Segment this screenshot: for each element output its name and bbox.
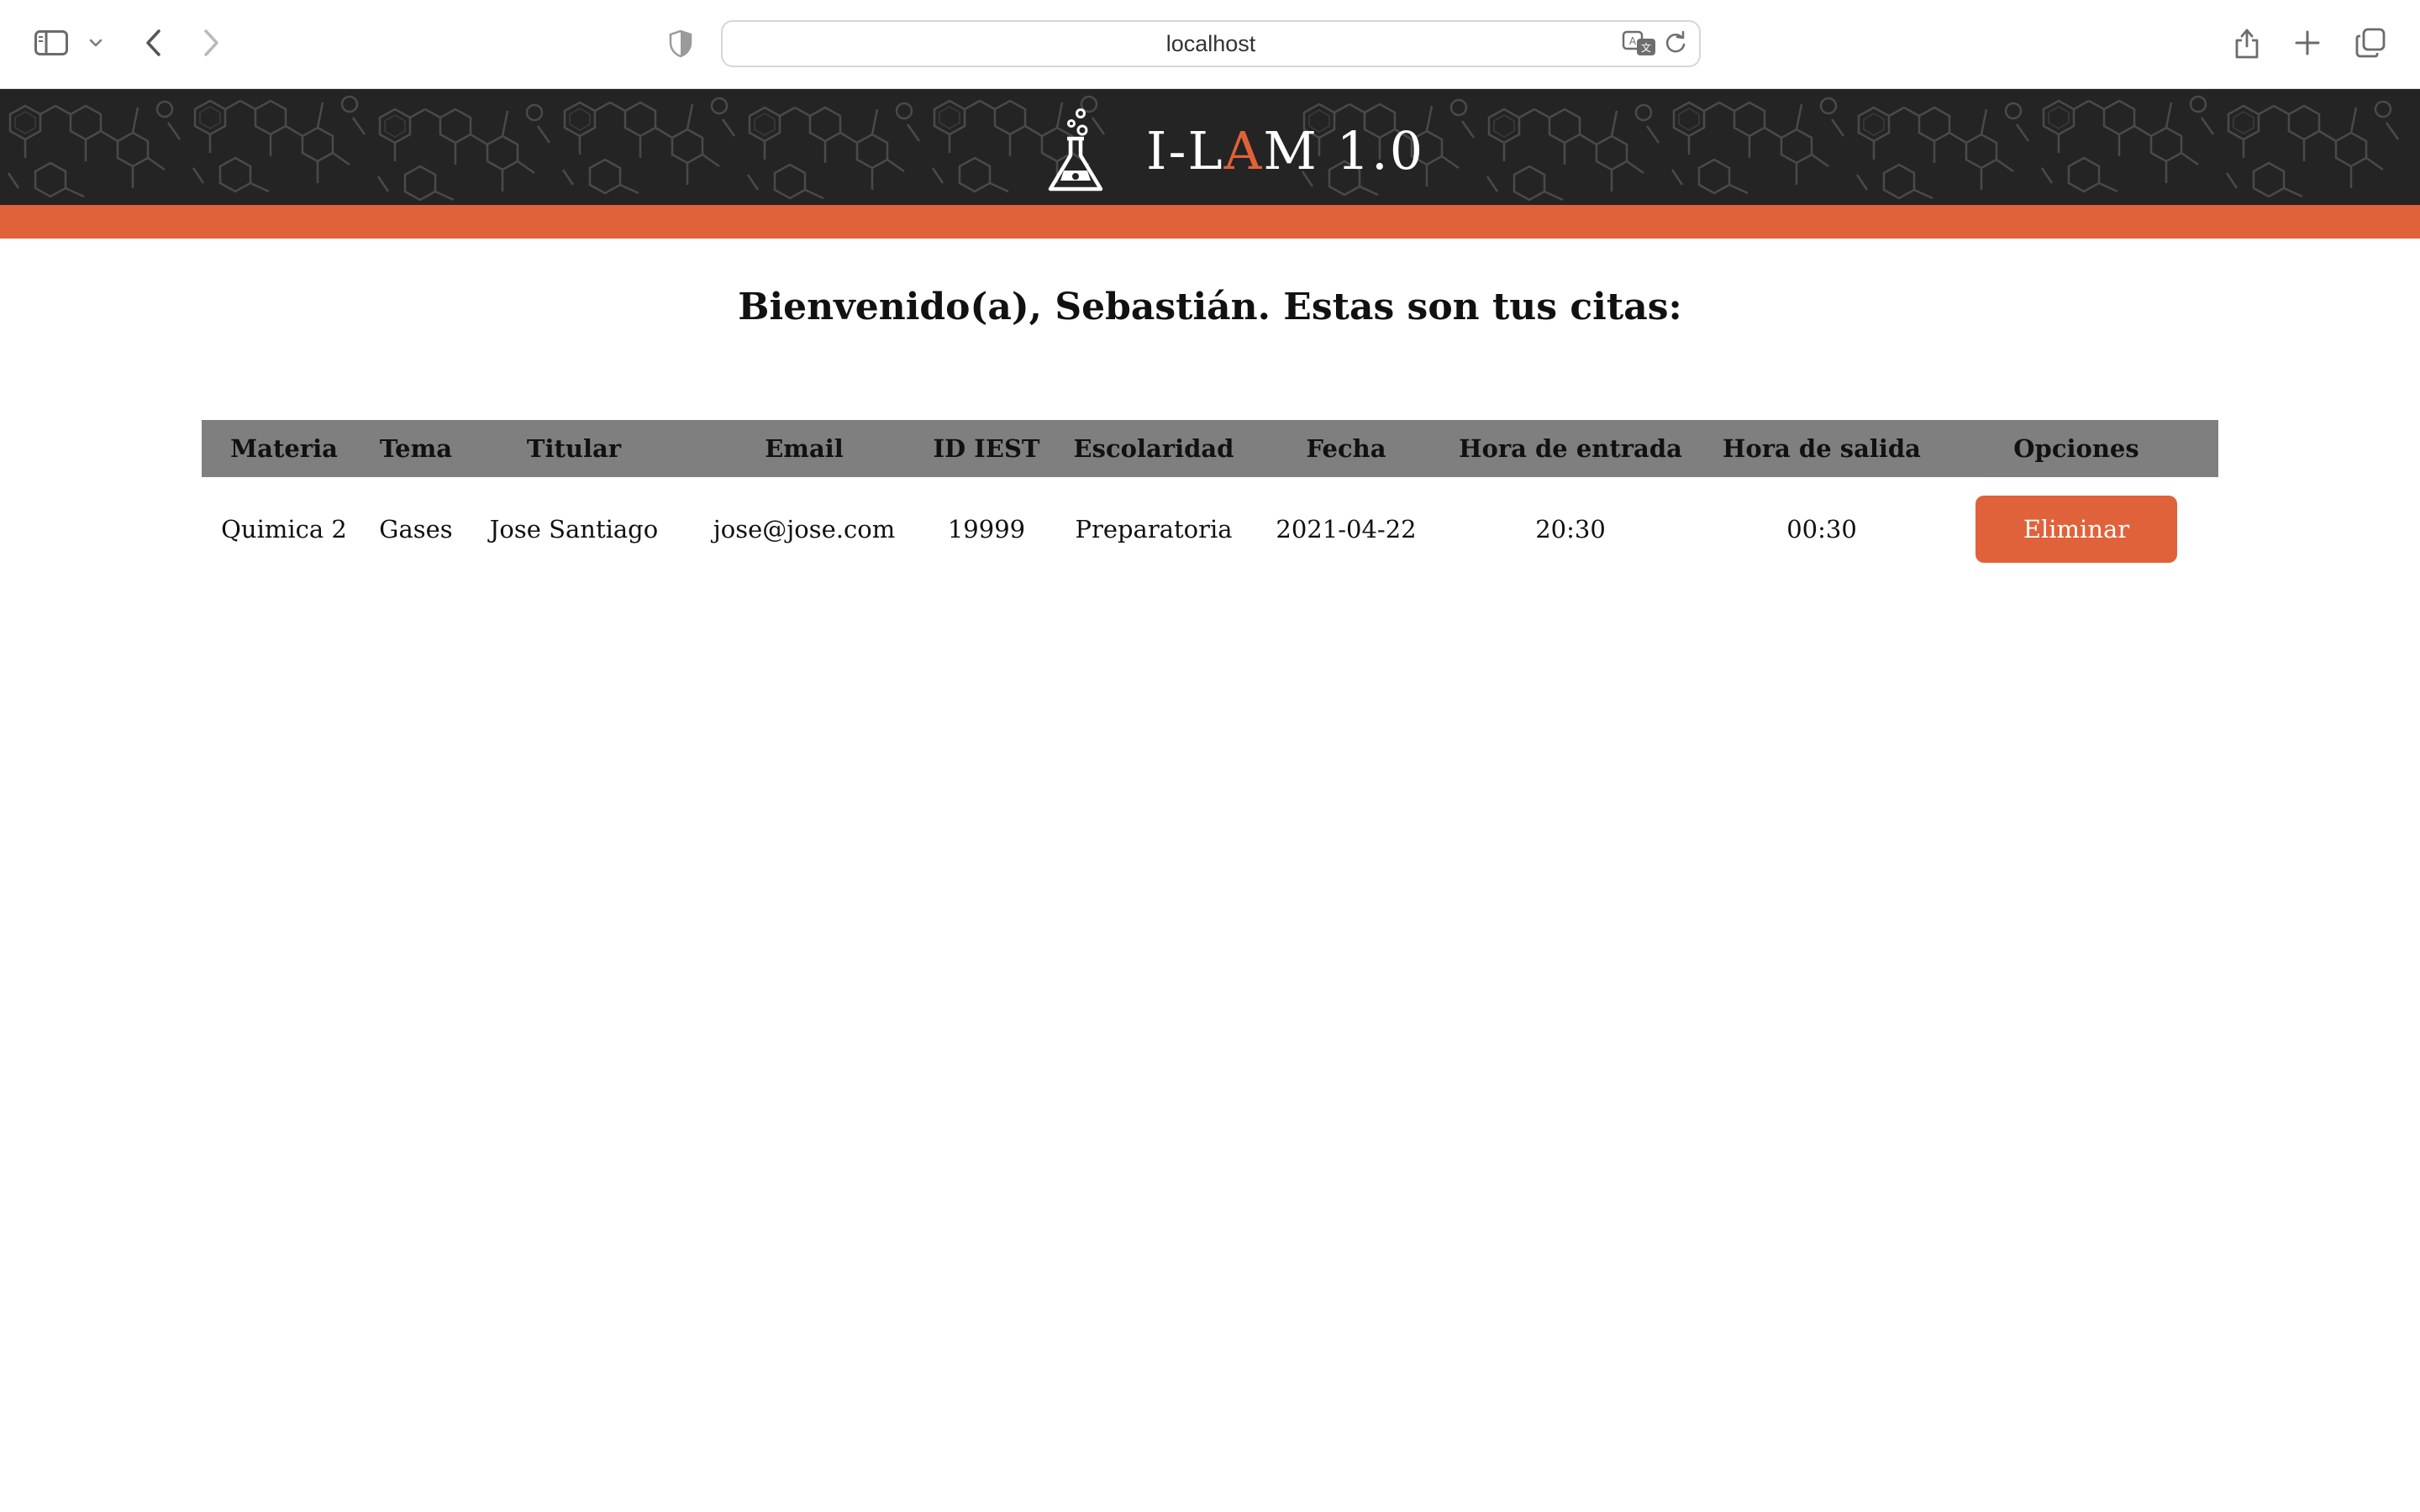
column-header-email: Email <box>765 434 844 463</box>
chevron-down-icon[interactable] <box>84 30 108 55</box>
cell-hora-entrada: 20:30 <box>1535 515 1606 543</box>
column-header-tema: Tema <box>379 434 453 463</box>
brand-title-prefix: I-L <box>1146 119 1224 181</box>
cell-tema: Gases <box>379 515 453 543</box>
table-row: Quimica 2 Gases Jose Santiago jose@jose.… <box>202 477 2218 581</box>
page-title: Bienvenido(a), Sebastián. Estas son tus … <box>738 286 1682 328</box>
cell-id-iest: 19999 <box>947 515 1026 543</box>
sidebar-icon[interactable] <box>30 24 72 62</box>
cell-email: jose@jose.com <box>713 515 896 543</box>
cell-hora-salida: 00:30 <box>1786 515 1857 543</box>
header-accent-band <box>0 205 2420 239</box>
column-header-materia: Materia <box>230 434 338 463</box>
browser-toolbar: localhost A文 <box>0 0 2420 89</box>
column-header-hora-salida: Hora de salida <box>1723 434 1921 463</box>
address-bar-url[interactable]: localhost <box>723 22 1699 66</box>
shield-icon[interactable] <box>664 25 697 62</box>
table-header-row: Materia Tema Titular Email ID IEST Escol… <box>202 420 2218 477</box>
brand-logo[interactable]: I-LAM 1.0 <box>1042 104 1424 197</box>
column-header-id-iest: ID IEST <box>933 434 1040 463</box>
site-header: I-LAM 1.0 <box>0 89 2420 205</box>
plus-icon[interactable] <box>2289 24 2326 62</box>
svg-text:A: A <box>1629 35 1637 47</box>
chevron-right-icon[interactable] <box>193 22 230 64</box>
cell-titular: Jose Santiago <box>489 515 659 543</box>
share-icon[interactable] <box>2228 22 2265 64</box>
svg-text:文: 文 <box>1641 41 1651 54</box>
delete-appointment-button[interactable]: Eliminar <box>1975 496 2177 563</box>
brand-title-accent: A <box>1223 119 1264 181</box>
translate-icon[interactable]: A文 <box>1622 30 1657 60</box>
column-header-fecha: Fecha <box>1306 434 1386 463</box>
column-header-opciones: Opciones <box>2013 434 2139 463</box>
flask-icon <box>1048 108 1103 192</box>
cell-materia: Quimica 2 <box>221 515 347 543</box>
brand-title: I-LAM 1.0 <box>1146 120 1424 181</box>
cell-escolaridad: Preparatoria <box>1075 515 1233 543</box>
chevron-left-icon[interactable] <box>134 22 171 64</box>
column-header-hora-entrada: Hora de entrada <box>1459 434 1682 463</box>
cell-fecha: 2021-04-22 <box>1276 515 1417 543</box>
column-header-escolaridad: Escolaridad <box>1073 434 1234 463</box>
brand-title-suffix: M 1.0 <box>1263 119 1425 181</box>
column-header-titular: Titular <box>526 434 622 463</box>
address-bar[interactable]: localhost A文 <box>721 20 1701 67</box>
tabs-overview-icon[interactable] <box>2351 24 2390 62</box>
appointments-table: Materia Tema Titular Email ID IEST Escol… <box>202 420 2218 581</box>
reload-icon[interactable] <box>1664 30 1691 60</box>
cell-opciones: Eliminar <box>1934 477 2218 581</box>
